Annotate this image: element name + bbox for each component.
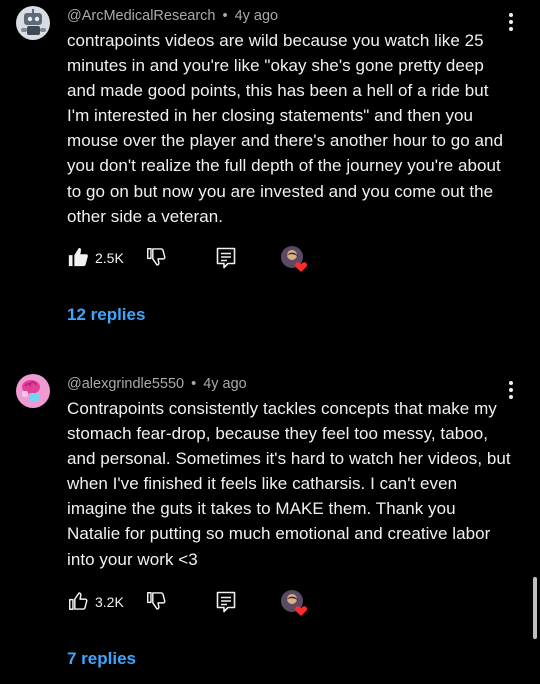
- thumbs-down-icon: [147, 592, 166, 610]
- like-count: 2.5K: [95, 250, 124, 266]
- author-name[interactable]: @alexgrindle5550: [67, 376, 184, 392]
- scrollbar[interactable]: [533, 577, 537, 639]
- view-replies-link[interactable]: 12 replies: [67, 305, 145, 325]
- like-button[interactable]: [67, 590, 89, 617]
- like-count: 3.2K: [95, 594, 124, 610]
- reply-button[interactable]: [215, 246, 237, 275]
- comment-actions: 3.2K: [67, 590, 327, 616]
- view-replies-link[interactable]: 7 replies: [67, 649, 136, 669]
- dislike-button[interactable]: [145, 246, 167, 273]
- thumbs-up-icon: [69, 592, 88, 610]
- meta-separator: •: [222, 8, 228, 24]
- comment-actions: 2.5K: [67, 246, 327, 272]
- brain-avatar-icon[interactable]: [16, 374, 50, 408]
- comment-meta: @ArcMedicalResearch • 4y ago: [67, 8, 278, 24]
- thumbs-up-filled-icon: [68, 247, 88, 267]
- like-button[interactable]: [67, 246, 89, 273]
- comment-time: 4y ago: [234, 8, 279, 24]
- author-name[interactable]: @ArcMedicalResearch: [67, 8, 216, 24]
- reply-comment-icon: [216, 591, 236, 613]
- robot-avatar-icon[interactable]: [16, 6, 50, 40]
- comment-text: contrapoints videos are wild because you…: [67, 31, 504, 226]
- reply-button[interactable]: [215, 590, 237, 619]
- comment-text: Contrapoints consistently tackles concep…: [67, 399, 511, 569]
- comment-time: 4y ago: [203, 376, 247, 392]
- creator-heart-badge: [280, 245, 310, 278]
- meta-separator: •: [191, 376, 197, 392]
- comment-meta: @alexgrindle5550 • 4y ago: [67, 376, 247, 392]
- creator-heart-badge: [280, 589, 310, 622]
- thumbs-down-icon: [147, 248, 166, 266]
- dislike-button[interactable]: [145, 590, 167, 617]
- reply-comment-icon: [216, 247, 236, 269]
